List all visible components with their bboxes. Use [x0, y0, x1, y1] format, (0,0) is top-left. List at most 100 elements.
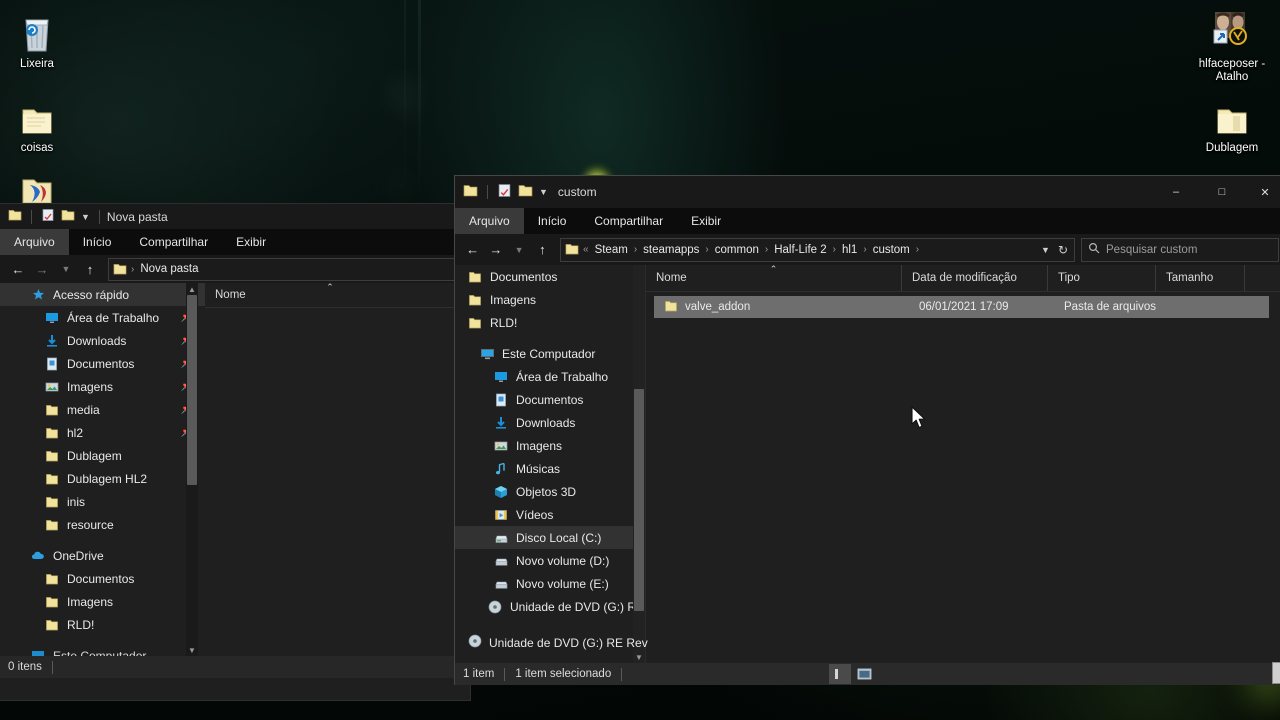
front-window-column-headers[interactable]: ⌃ Nome Data de modificação Tipo Tamanho — [646, 265, 1280, 292]
tree-item-onedrive[interactable]: OneDrive — [0, 544, 205, 567]
tree-item-objetos-3d[interactable]: Objetos 3D — [455, 480, 645, 503]
desktop-icon-coisas[interactable]: coisas — [0, 92, 80, 155]
ribbon-tab-arquivo[interactable]: Arquivo — [455, 208, 524, 234]
breadcrumb-item-steam[interactable]: Steam — [593, 244, 630, 256]
search-input[interactable]: Pesquisar custom — [1106, 244, 1197, 256]
front-window-navigation-pane[interactable]: Documentos Imagens RLD! Este Computador … — [455, 265, 645, 663]
tree-overflow-item-unidade-dvd[interactable]: Unidade de DVD (G:) RE Rev — [468, 634, 648, 651]
scroll-down-arrow[interactable]: ▼ — [633, 651, 645, 663]
back-window-titlebar[interactable]: ▼ Nova pasta — [0, 204, 470, 229]
front-window-file-list[interactable]: ⌃ Nome Data de modificação Tipo Tamanho — [645, 265, 1280, 663]
tree-item-dublagem[interactable]: Dublagem — [0, 444, 205, 467]
tree-item-disco-local-c[interactable]: Disco Local (C:) — [455, 526, 645, 549]
tree-item-onedrive-documentos[interactable]: Documentos — [455, 265, 645, 288]
minimize-button[interactable]: – — [1153, 176, 1199, 208]
tree-item-hl2[interactable]: hl2 📌 — [0, 421, 205, 444]
ribbon-tab-arquivo[interactable]: Arquivo — [0, 229, 69, 255]
column-header-nome[interactable]: ⌃ Nome — [646, 265, 902, 291]
breadcrumb-item[interactable]: Nova pasta — [138, 263, 200, 275]
tree-item-onedrive-rld[interactable]: RLD! — [455, 311, 645, 334]
breadcrumb-overflow[interactable]: « — [582, 244, 590, 255]
up-button[interactable]: ↑ — [531, 238, 554, 262]
back-button[interactable]: ← — [461, 238, 484, 262]
back-window-navigation-pane[interactable]: Acesso rápido Área de Trabalho 📌 Downloa… — [0, 283, 205, 656]
tree-item-acesso-rapido[interactable]: Acesso rápido — [0, 283, 205, 306]
scroll-up-arrow[interactable]: ▲ — [186, 283, 198, 295]
tree-item-este-computador[interactable]: Este Computador — [0, 644, 205, 656]
tree-item-novo-volume-d[interactable]: Novo volume (D:) — [455, 549, 645, 572]
right-edge-scrollbar[interactable] — [1272, 662, 1280, 684]
breadcrumb-separator[interactable]: › — [832, 244, 837, 255]
tree-item-onedrive-imagens[interactable]: Imagens — [455, 288, 645, 311]
column-header-tipo[interactable]: Tipo — [1048, 265, 1156, 291]
tree-item-onedrive-imagens[interactable]: Imagens — [0, 590, 205, 613]
tree-item-este-computador[interactable]: Este Computador — [455, 342, 645, 365]
tree-item-area-de-trabalho[interactable]: Área de Trabalho 📌 — [0, 306, 205, 329]
recent-locations-button[interactable]: ▼ — [508, 238, 531, 262]
maximize-button[interactable]: □ — [1199, 176, 1245, 208]
tree-item-documentos[interactable]: Documentos — [455, 388, 645, 411]
navigation-pane-scrollbar[interactable]: ▼ — [633, 265, 645, 663]
column-header-data-de-modificacao[interactable]: Data de modificação — [902, 265, 1048, 291]
tree-item-documentos[interactable]: Documentos 📌 — [0, 352, 205, 375]
column-header-nome[interactable]: ⌃ Nome — [205, 283, 456, 307]
breadcrumb-item-common[interactable]: common — [713, 244, 761, 256]
breadcrumb-separator[interactable]: › — [704, 244, 709, 255]
breadcrumb-separator[interactable]: › — [633, 244, 638, 255]
breadcrumb-separator[interactable]: › — [764, 244, 769, 255]
view-mode-buttons[interactable] — [829, 664, 875, 684]
tree-item-musicas[interactable]: Músicas — [455, 457, 645, 480]
new-folder-icon[interactable] — [61, 208, 75, 225]
tree-item-imagens[interactable]: Imagens 📌 — [0, 375, 205, 398]
back-window-ribbon[interactable]: Arquivo Início Compartilhar Exibir — [0, 229, 470, 255]
ribbon-tab-exibir[interactable]: Exibir — [222, 229, 280, 255]
search-box[interactable]: Pesquisar custom — [1081, 237, 1280, 262]
tree-item-downloads[interactable]: Downloads 📌 — [0, 329, 205, 352]
tree-item-imagens[interactable]: Imagens — [455, 434, 645, 457]
address-bar[interactable]: › Nova pasta — [108, 257, 458, 281]
scroll-down-arrow[interactable]: ▼ — [186, 644, 198, 656]
back-window-column-headers[interactable]: ⌃ Nome — [205, 283, 470, 308]
properties-icon[interactable] — [497, 183, 512, 201]
tree-item-media[interactable]: media 📌 — [0, 398, 205, 421]
large-icons-view-icon[interactable] — [853, 664, 875, 684]
breadcrumb-separator[interactable]: › — [915, 244, 920, 255]
chevron-down-icon[interactable]: ▼ — [81, 212, 90, 222]
breadcrumb-item-hl1[interactable]: hl1 — [840, 244, 859, 256]
breadcrumb-item-steamapps[interactable]: steamapps — [641, 244, 701, 256]
explorer-window-nova-pasta[interactable]: ▼ Nova pasta Arquivo Início Compartilhar… — [0, 204, 470, 700]
navigation-pane-scrollbar[interactable]: ▲ ▼ — [186, 283, 198, 656]
details-view-icon[interactable] — [829, 664, 851, 684]
new-folder-icon[interactable] — [518, 183, 533, 201]
recent-locations-button[interactable]: ▼ — [54, 257, 78, 281]
scrollbar-thumb[interactable] — [187, 295, 197, 485]
ribbon-tab-compartilhar[interactable]: Compartilhar — [580, 208, 677, 234]
tree-item-unidade-dvd-g[interactable]: Unidade de DVD (G:) RE R — [455, 595, 645, 618]
breadcrumb-item-half-life-2[interactable]: Half-Life 2 — [772, 244, 828, 256]
ribbon-tab-inicio[interactable]: Início — [69, 229, 126, 255]
forward-button[interactable]: → — [484, 238, 507, 262]
address-dropdown-icon[interactable]: ▼ — [1041, 245, 1050, 255]
address-bar[interactable]: « Steam › steamapps › common › Half-Life… — [560, 237, 1075, 262]
desktop-icon-lixeira[interactable]: Lixeira — [0, 8, 80, 71]
close-button[interactable]: ✕ — [1245, 176, 1280, 208]
ribbon-tab-inicio[interactable]: Início — [524, 208, 581, 234]
breadcrumb-item-custom[interactable]: custom — [871, 244, 912, 256]
tree-item-onedrive-rld[interactable]: RLD! — [0, 613, 205, 636]
properties-icon[interactable] — [41, 208, 55, 225]
front-window-navbar[interactable]: ← → ▼ ↑ « Steam › steamapps › common › H… — [455, 234, 1280, 265]
explorer-window-custom[interactable]: ▼ custom – □ ✕ Arquivo Início Compartilh… — [455, 176, 1280, 685]
back-button[interactable]: ← — [6, 257, 30, 281]
scrollbar-thumb[interactable] — [634, 389, 644, 611]
forward-button[interactable]: → — [30, 257, 54, 281]
tree-item-dublagem-hl2[interactable]: Dublagem HL2 — [0, 467, 205, 490]
up-button[interactable]: ↑ — [78, 257, 102, 281]
ribbon-tab-compartilhar[interactable]: Compartilhar — [125, 229, 222, 255]
breadcrumb-separator[interactable]: › — [862, 244, 867, 255]
tree-item-onedrive-documentos[interactable]: Documentos — [0, 567, 205, 590]
tree-item-videos[interactable]: Vídeos — [455, 503, 645, 526]
refresh-icon[interactable]: ↻ — [1058, 243, 1068, 257]
front-window-titlebar[interactable]: ▼ custom – □ ✕ — [455, 176, 1280, 208]
column-header-tamanho[interactable]: Tamanho — [1156, 265, 1245, 291]
back-window-file-list[interactable]: ⌃ Nome — [205, 283, 470, 656]
